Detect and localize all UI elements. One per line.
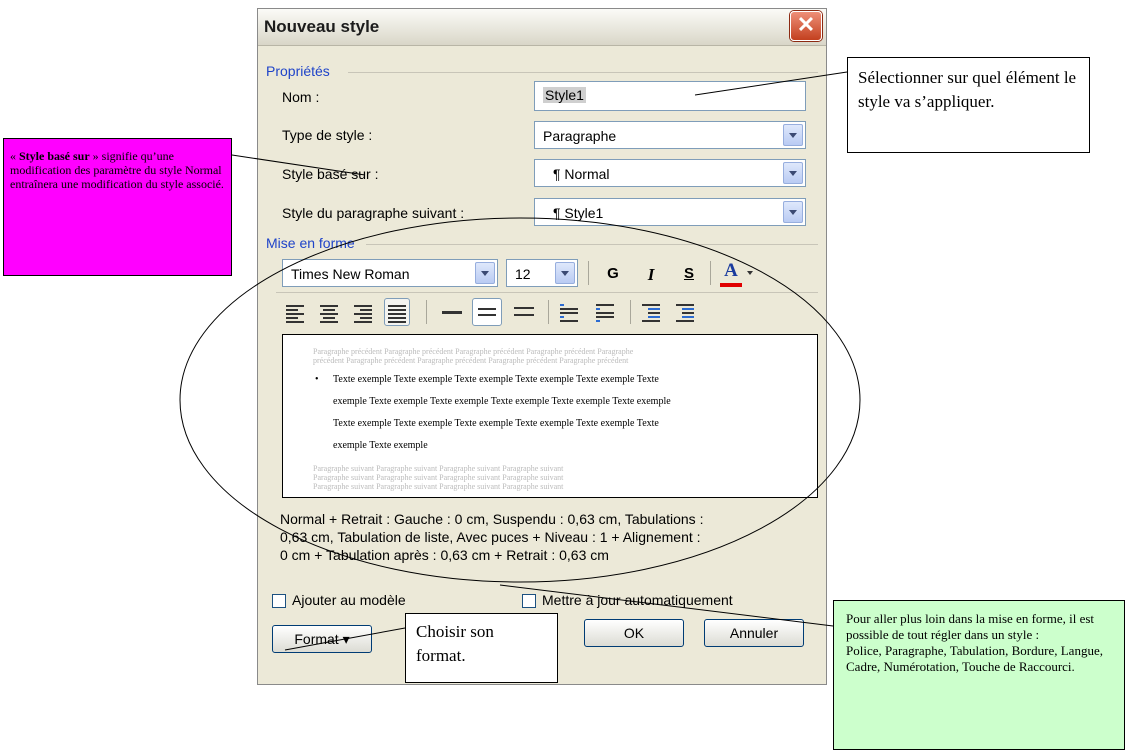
based-on-callout: « Style basé sur » signifie qu’une modif… — [3, 138, 232, 276]
further-formatting-list: Police, Paragraphe, Tabulation, Bordure,… — [846, 643, 1103, 674]
further-formatting-text: Pour aller plus loin dans la mise en for… — [846, 611, 1095, 642]
select-element-callout: Sélectionner sur quel élément le style v… — [847, 57, 1090, 153]
further-formatting-callout: Pour aller plus loin dans la mise en for… — [833, 600, 1125, 750]
based-on-callout-bold: Style basé sur — [19, 149, 90, 163]
callout-leader-line — [694, 71, 848, 96]
preview-highlight-ellipse — [179, 217, 861, 583]
choose-format-callout: Choisir son format. — [405, 613, 558, 683]
callout-leader-line — [284, 627, 406, 651]
callout-leader-line — [231, 154, 366, 176]
based-on-callout-prefix: « — [10, 149, 19, 163]
